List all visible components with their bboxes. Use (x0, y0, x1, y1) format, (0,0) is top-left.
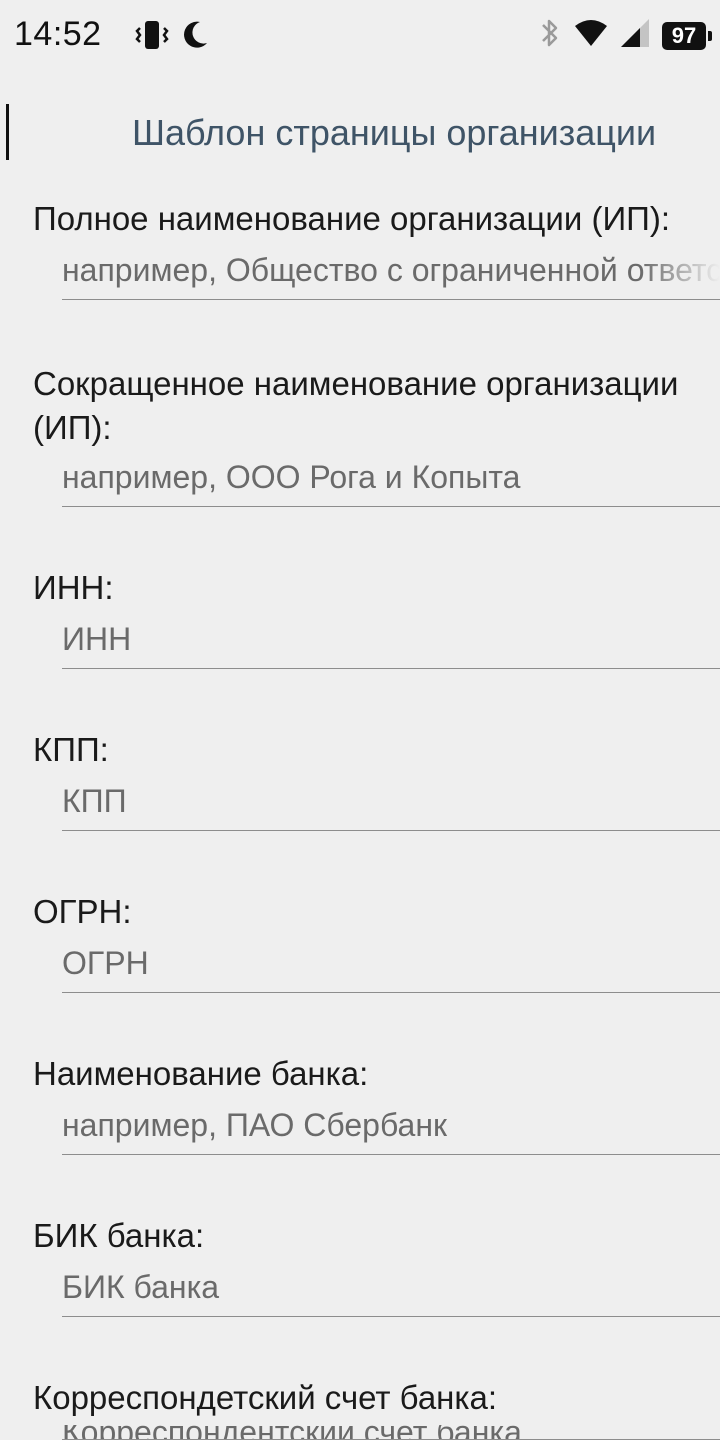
full-name-input[interactable] (62, 248, 720, 300)
field-label-full-name: Полное наименование организации (ИП): (33, 200, 671, 237)
status-right-icons: 97 (538, 16, 712, 55)
battery-level: 97 (671, 22, 697, 48)
kpp-input[interactable] (62, 779, 720, 831)
bluetooth-icon (538, 16, 562, 55)
field-label-bank-name: Наименование банка: (33, 1055, 369, 1092)
bank-name-input[interactable] (62, 1103, 720, 1155)
corr-account-input[interactable] (62, 1425, 720, 1440)
field-label-bik: БИК банка: (33, 1217, 205, 1254)
status-left-icons (134, 18, 210, 57)
status-time: 14:52 (14, 15, 102, 53)
inn-input[interactable] (62, 617, 720, 669)
field-label-corr-account: Корреспондетский счет банка: (33, 1379, 498, 1416)
wifi-icon (574, 18, 608, 53)
full-name-input-wrap (62, 248, 720, 300)
battery-icon: 97 (662, 21, 712, 50)
field-label-ogrn: ОГРН: (33, 893, 132, 930)
ogrn-input[interactable] (62, 941, 720, 993)
bik-input[interactable] (62, 1265, 720, 1317)
page-title: Шаблон страницы организации (132, 112, 657, 153)
field-label-kpp: КПП: (33, 731, 109, 768)
field-label-short-name: Сокращенное наименование организации (ИП… (33, 365, 679, 446)
short-name-input[interactable] (62, 455, 720, 507)
signal-icon (620, 18, 650, 53)
status-bar: 14:52 97 (0, 0, 720, 72)
moon-icon (180, 19, 210, 56)
vibrate-icon (134, 18, 170, 57)
text-cursor (6, 104, 9, 160)
field-label-inn: ИНН: (33, 569, 114, 606)
